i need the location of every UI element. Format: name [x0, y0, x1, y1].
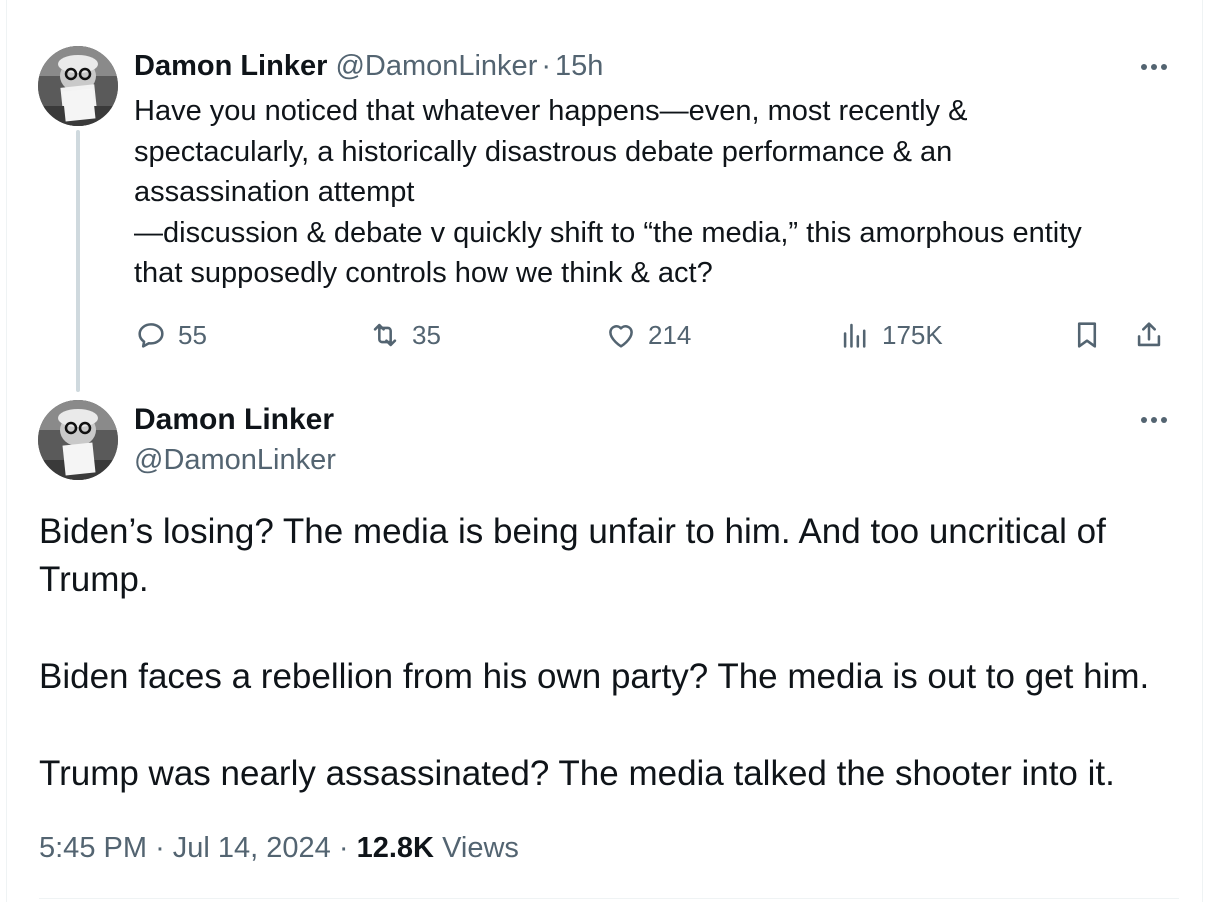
tweet-text-line: spectacularly, a historically disastrous… — [134, 135, 953, 168]
avatar-photo — [38, 400, 118, 480]
tweet1-header: Damon Linker @DamonLinker · 15h — [134, 48, 603, 84]
repost-count: 35 — [412, 319, 441, 350]
views-button[interactable]: 175K — [838, 312, 943, 358]
tweet-text-line: that supposedly controls how we think & … — [134, 257, 713, 289]
like-count: 214 — [648, 319, 692, 350]
tweet1-text: Have you noticed that whatever happens—e… — [134, 91, 1174, 294]
tweet-text-line: Have you noticed that whatever happens—e… — [134, 95, 968, 127]
author-handle[interactable]: @DamonLinker — [134, 442, 336, 478]
author-name[interactable]: Damon Linker — [134, 50, 327, 82]
tweet-text-line: assassination attempt — [134, 176, 415, 208]
views-label: Views — [442, 832, 519, 864]
separator-dot: · — [541, 50, 552, 82]
tweet-metadata: 5:45 PM · Jul 14, 2024 · 12.8K Views — [39, 830, 519, 866]
reply-icon — [138, 323, 164, 348]
repost-button[interactable]: 35 — [368, 312, 441, 358]
more-icon[interactable] — [1134, 405, 1174, 435]
share-icon — [1137, 322, 1161, 347]
more-icon[interactable] — [1134, 52, 1174, 82]
author-name[interactable]: Damon Linker — [134, 402, 334, 438]
reply-button[interactable]: 55 — [134, 312, 207, 358]
separator-dot: · — [338, 832, 349, 864]
repost-icon — [373, 323, 397, 347]
views-total: 12.8K — [356, 832, 434, 864]
tweet-paragraph: Biden faces a rebellion from his own par… — [39, 657, 1150, 696]
tweet-time[interactable]: 15h — [555, 50, 603, 82]
avatar-photo — [38, 46, 118, 126]
views-count: 175K — [882, 319, 943, 350]
tweet2-text: Biden’s losing? The media is being unfai… — [39, 508, 1179, 798]
avatar[interactable] — [38, 46, 118, 126]
separator-dot: · — [155, 832, 165, 864]
heart-icon — [609, 325, 633, 348]
author-handle[interactable]: @DamonLinker — [335, 50, 537, 82]
reply-count: 55 — [178, 319, 207, 350]
tweet-text-line: —discussion & debate v quickly shift to … — [134, 216, 1082, 249]
tweet1-action-bar: 55 35 214 175K — [134, 312, 1174, 358]
divider — [39, 898, 1179, 899]
thread-connector-line — [76, 130, 80, 392]
share-button[interactable] — [1132, 312, 1166, 358]
analytics-icon — [843, 323, 866, 348]
like-button[interactable]: 214 — [604, 312, 691, 358]
tweet-paragraph: Biden’s losing? The media is being unfai… — [39, 512, 1106, 599]
bookmark-button[interactable] — [1070, 312, 1104, 358]
tweet-paragraph: Trump was nearly assassinated? The media… — [39, 754, 1115, 793]
bookmark-icon — [1077, 322, 1097, 348]
avatar[interactable] — [38, 400, 118, 480]
tweet-timestamp-date[interactable]: Jul 14, 2024 — [173, 832, 331, 864]
tweet-timestamp-time[interactable]: 5:45 PM — [39, 832, 147, 864]
